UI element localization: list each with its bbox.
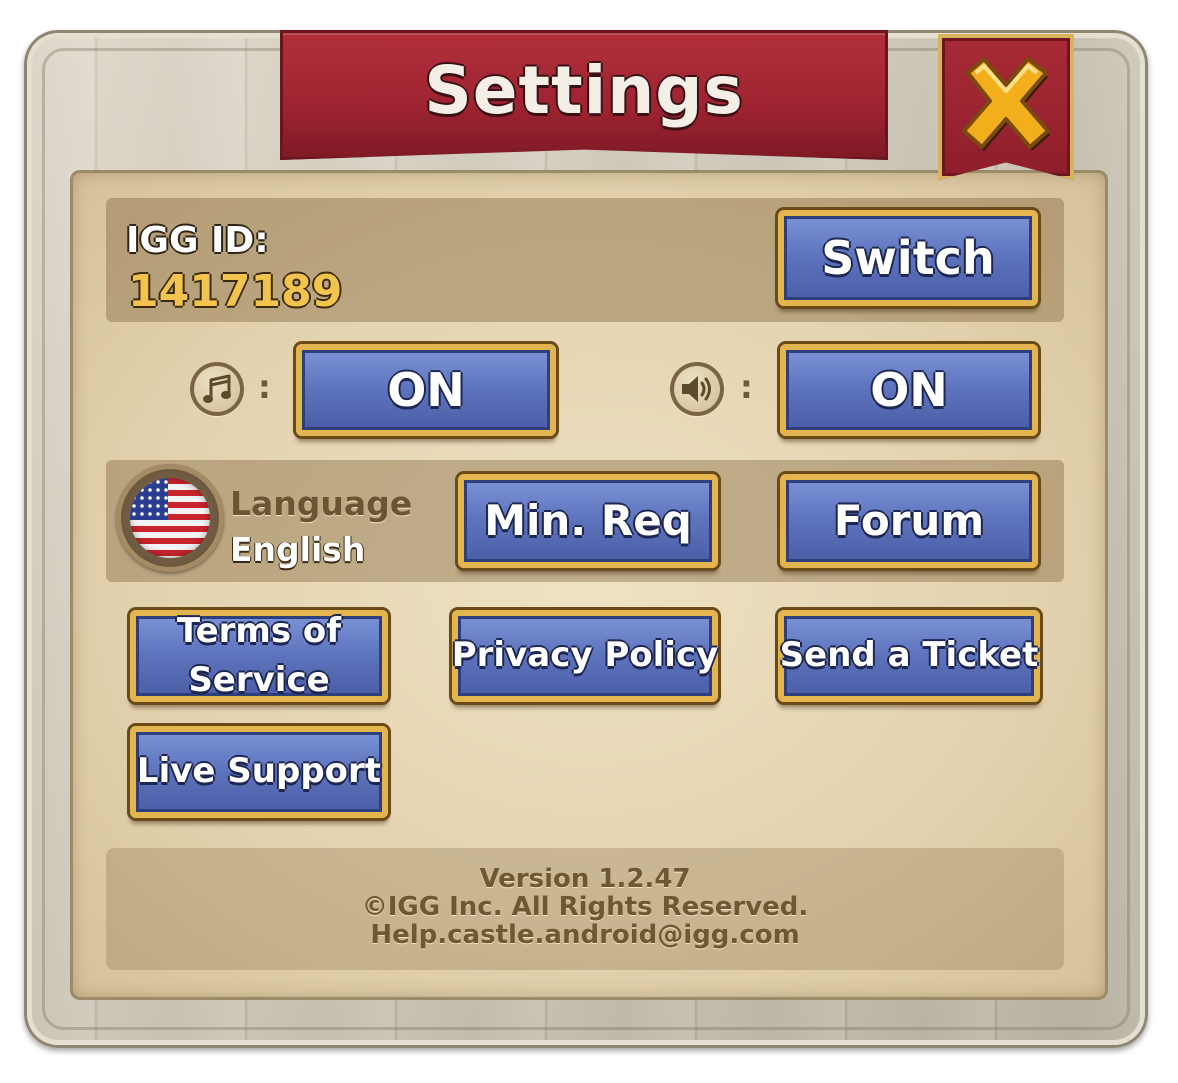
support-email-text: Help.castle.android@igg.com: [370, 920, 800, 950]
forum-button[interactable]: Forum: [780, 474, 1038, 568]
min-req-button[interactable]: Min. Req: [458, 474, 718, 568]
sound-toggle-button[interactable]: ON: [780, 344, 1038, 436]
send-ticket-button[interactable]: Send a Ticket: [778, 610, 1040, 702]
privacy-policy-button[interactable]: Privacy Policy: [452, 610, 718, 702]
live-support-button[interactable]: Live Support: [130, 726, 388, 818]
music-toggle-button[interactable]: ON: [296, 344, 556, 436]
language-value: English: [230, 530, 366, 569]
music-note-icon: [190, 362, 244, 416]
language-label: Language: [230, 484, 413, 523]
us-flag-icon: [130, 478, 210, 558]
terms-of-service-button[interactable]: Terms of Service: [130, 610, 388, 702]
switch-account-button[interactable]: Switch: [778, 210, 1038, 306]
version-text: Version 1.2.47: [479, 864, 691, 894]
dialog-title: Settings: [424, 52, 744, 129]
igg-id-label: IGG ID:: [126, 220, 269, 261]
close-button[interactable]: [938, 34, 1074, 180]
sound-separator: :: [740, 368, 753, 406]
speaker-icon: [670, 362, 724, 416]
music-separator: :: [258, 368, 271, 406]
copyright-text: ©IGG Inc. All Rights Reserved.: [361, 892, 809, 922]
igg-id-value: 1417189: [128, 266, 343, 317]
